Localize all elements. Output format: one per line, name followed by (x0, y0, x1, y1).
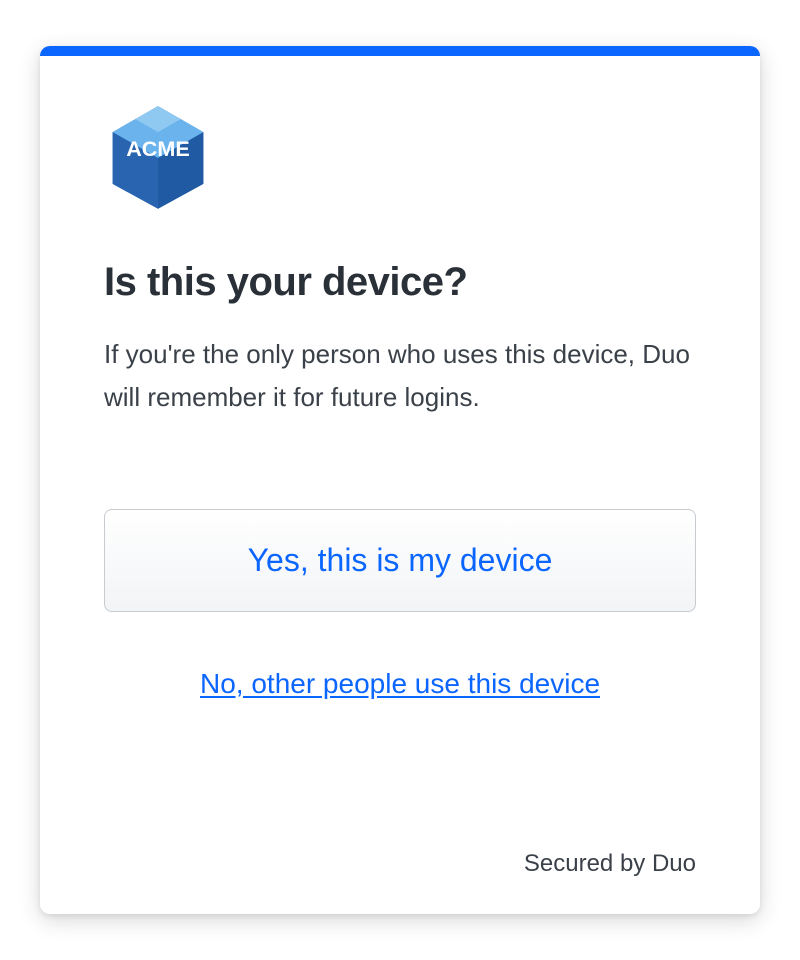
secondary-action-row: No, other people use this device (104, 668, 696, 700)
accent-bar (40, 46, 760, 56)
card-body: ACME Is this your device? If you're the … (40, 56, 760, 914)
acme-logo-icon: ACME (104, 104, 212, 212)
logo-container: ACME (104, 104, 696, 212)
page-description: If you're the only person who uses this … (104, 333, 696, 419)
yes-my-device-button[interactable]: Yes, this is my device (104, 509, 696, 612)
footer-secured-by: Secured by Duo (104, 850, 696, 878)
page-title: Is this your device? (104, 260, 696, 305)
no-shared-device-link[interactable]: No, other people use this device (200, 668, 600, 700)
auth-card: ACME Is this your device? If you're the … (40, 46, 760, 914)
logo-text: ACME (126, 136, 190, 161)
